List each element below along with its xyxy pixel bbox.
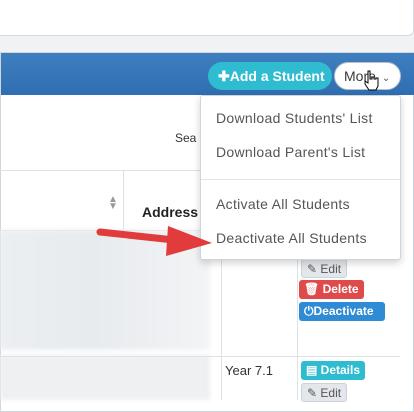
details-label: Details — [320, 363, 361, 377]
chevron-down-icon: ⌄ — [381, 73, 391, 84]
add-student-button[interactable]: ✚Add a Student — [208, 62, 332, 90]
class-cell: Year 7.1 — [225, 363, 273, 378]
blurred-student-info — [0, 355, 210, 400]
menu-item-activate-all[interactable]: Activate All Students — [216, 196, 350, 212]
deactivate-label: Deactivate — [313, 304, 374, 318]
top-card — [0, 0, 414, 36]
delete-button[interactable]: 🗑 Delete — [299, 280, 364, 299]
annotation-arrow-icon — [96, 226, 212, 256]
menu-divider — [201, 179, 400, 180]
edit-label: Edit — [320, 262, 342, 276]
more-dropdown-menu: Download Students' List Download Parent'… — [200, 95, 401, 260]
edit-button[interactable]: ✎ Edit — [301, 383, 348, 402]
menu-item-download-students[interactable]: Download Students' List — [216, 110, 373, 126]
panel-header-bar: ✚Add a Student More ⌄ — [1, 53, 414, 95]
table-row-divider — [0, 356, 400, 357]
delete-label: Delete — [322, 282, 359, 296]
edit-label: Edit — [320, 386, 342, 400]
deactivate-button[interactable]: ⏻Deactivate — [299, 302, 385, 321]
menu-item-download-parents[interactable]: Download Parent's List — [216, 144, 365, 160]
hand-cursor-icon — [364, 70, 379, 91]
sort-icon[interactable]: ▲ ▼ — [108, 195, 118, 212]
edit-button[interactable]: ✎ Edit — [301, 259, 348, 278]
details-button[interactable]: ▤ Details — [301, 361, 366, 380]
menu-item-deactivate-all[interactable]: Deactivate All Students — [216, 230, 367, 246]
search-label: Sea — [175, 131, 197, 145]
